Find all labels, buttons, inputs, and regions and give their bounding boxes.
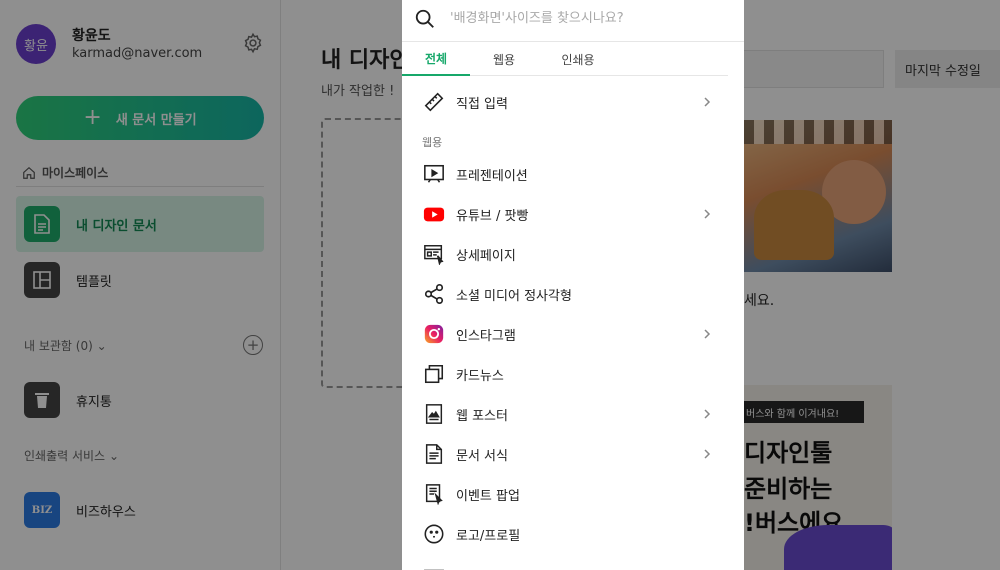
tab-web[interactable]: 웹용 (470, 42, 538, 76)
menu-item-label: 웹 포스터 (456, 408, 508, 424)
logo-profile-icon (424, 524, 444, 544)
size-select-panel: 전체 웹용 인쇄용 직접 입력 웹용 프레젠테이션 유튜브 / 팟빵 상세페이지 (402, 0, 744, 570)
menu-item-event-popup[interactable]: 이벤트 팝업 (402, 474, 728, 514)
presentation-icon (424, 164, 444, 183)
menu-item-label: 직접 입력 (456, 96, 508, 112)
tab-print[interactable]: 인쇄용 (542, 42, 614, 76)
size-tabs: 전체 웹용 인쇄용 (402, 42, 728, 76)
detail-page-icon (424, 245, 444, 265)
menu-item-web-poster[interactable]: 웹 포스터 (402, 394, 728, 434)
menu-item-logo-profile[interactable]: 로고/프로필 (402, 514, 728, 554)
size-search-input[interactable] (450, 6, 730, 30)
menu-item-label: 상세페이지 (456, 248, 516, 264)
menu-item-direct-input[interactable]: 직접 입력 (402, 82, 728, 122)
menu-item-label: 유튜브 / 팟빵 (456, 208, 529, 224)
group-label-web: 웹용 (422, 136, 443, 149)
menu-item-card-news[interactable]: 카드뉴스 (402, 354, 728, 394)
search-icon (415, 9, 434, 28)
menu-item-document-format[interactable]: 문서 서식 (402, 434, 728, 474)
poster-icon (425, 404, 443, 424)
card-news-icon (424, 364, 444, 384)
document-icon (425, 444, 443, 464)
chevron-right-icon (704, 449, 711, 459)
share-icon (424, 284, 444, 304)
menu-item-label: 문서 서식 (456, 448, 508, 464)
menu-item-instagram[interactable]: 인스타그램 (402, 314, 728, 354)
menu-item-partial[interactable] (402, 556, 728, 570)
chevron-right-icon (704, 209, 711, 219)
menu-item-label: 프레젠테이션 (456, 168, 528, 184)
ruler-icon (424, 92, 444, 112)
menu-item-social-square[interactable]: 소셜 미디어 정사각형 (402, 274, 728, 314)
menu-item-label: 로고/프로필 (456, 528, 521, 544)
menu-item-label: 소셜 미디어 정사각형 (456, 288, 572, 304)
event-popup-icon (425, 484, 443, 505)
menu-item-detail-page[interactable]: 상세페이지 (402, 234, 728, 274)
youtube-icon (423, 207, 445, 222)
banner-icon (424, 569, 444, 570)
chevron-right-icon (704, 409, 711, 419)
menu-item-label: 이벤트 팝업 (456, 488, 520, 504)
chevron-right-icon (704, 97, 711, 107)
menu-item-presentation[interactable]: 프레젠테이션 (402, 154, 728, 194)
chevron-right-icon (704, 329, 711, 339)
menu-item-youtube[interactable]: 유튜브 / 팟빵 (402, 194, 728, 234)
menu-item-label: 카드뉴스 (456, 368, 504, 384)
tab-all[interactable]: 전체 (402, 42, 470, 76)
instagram-icon (424, 324, 444, 344)
menu-item-label: 인스타그램 (456, 328, 516, 344)
size-search-bar (402, 0, 744, 42)
